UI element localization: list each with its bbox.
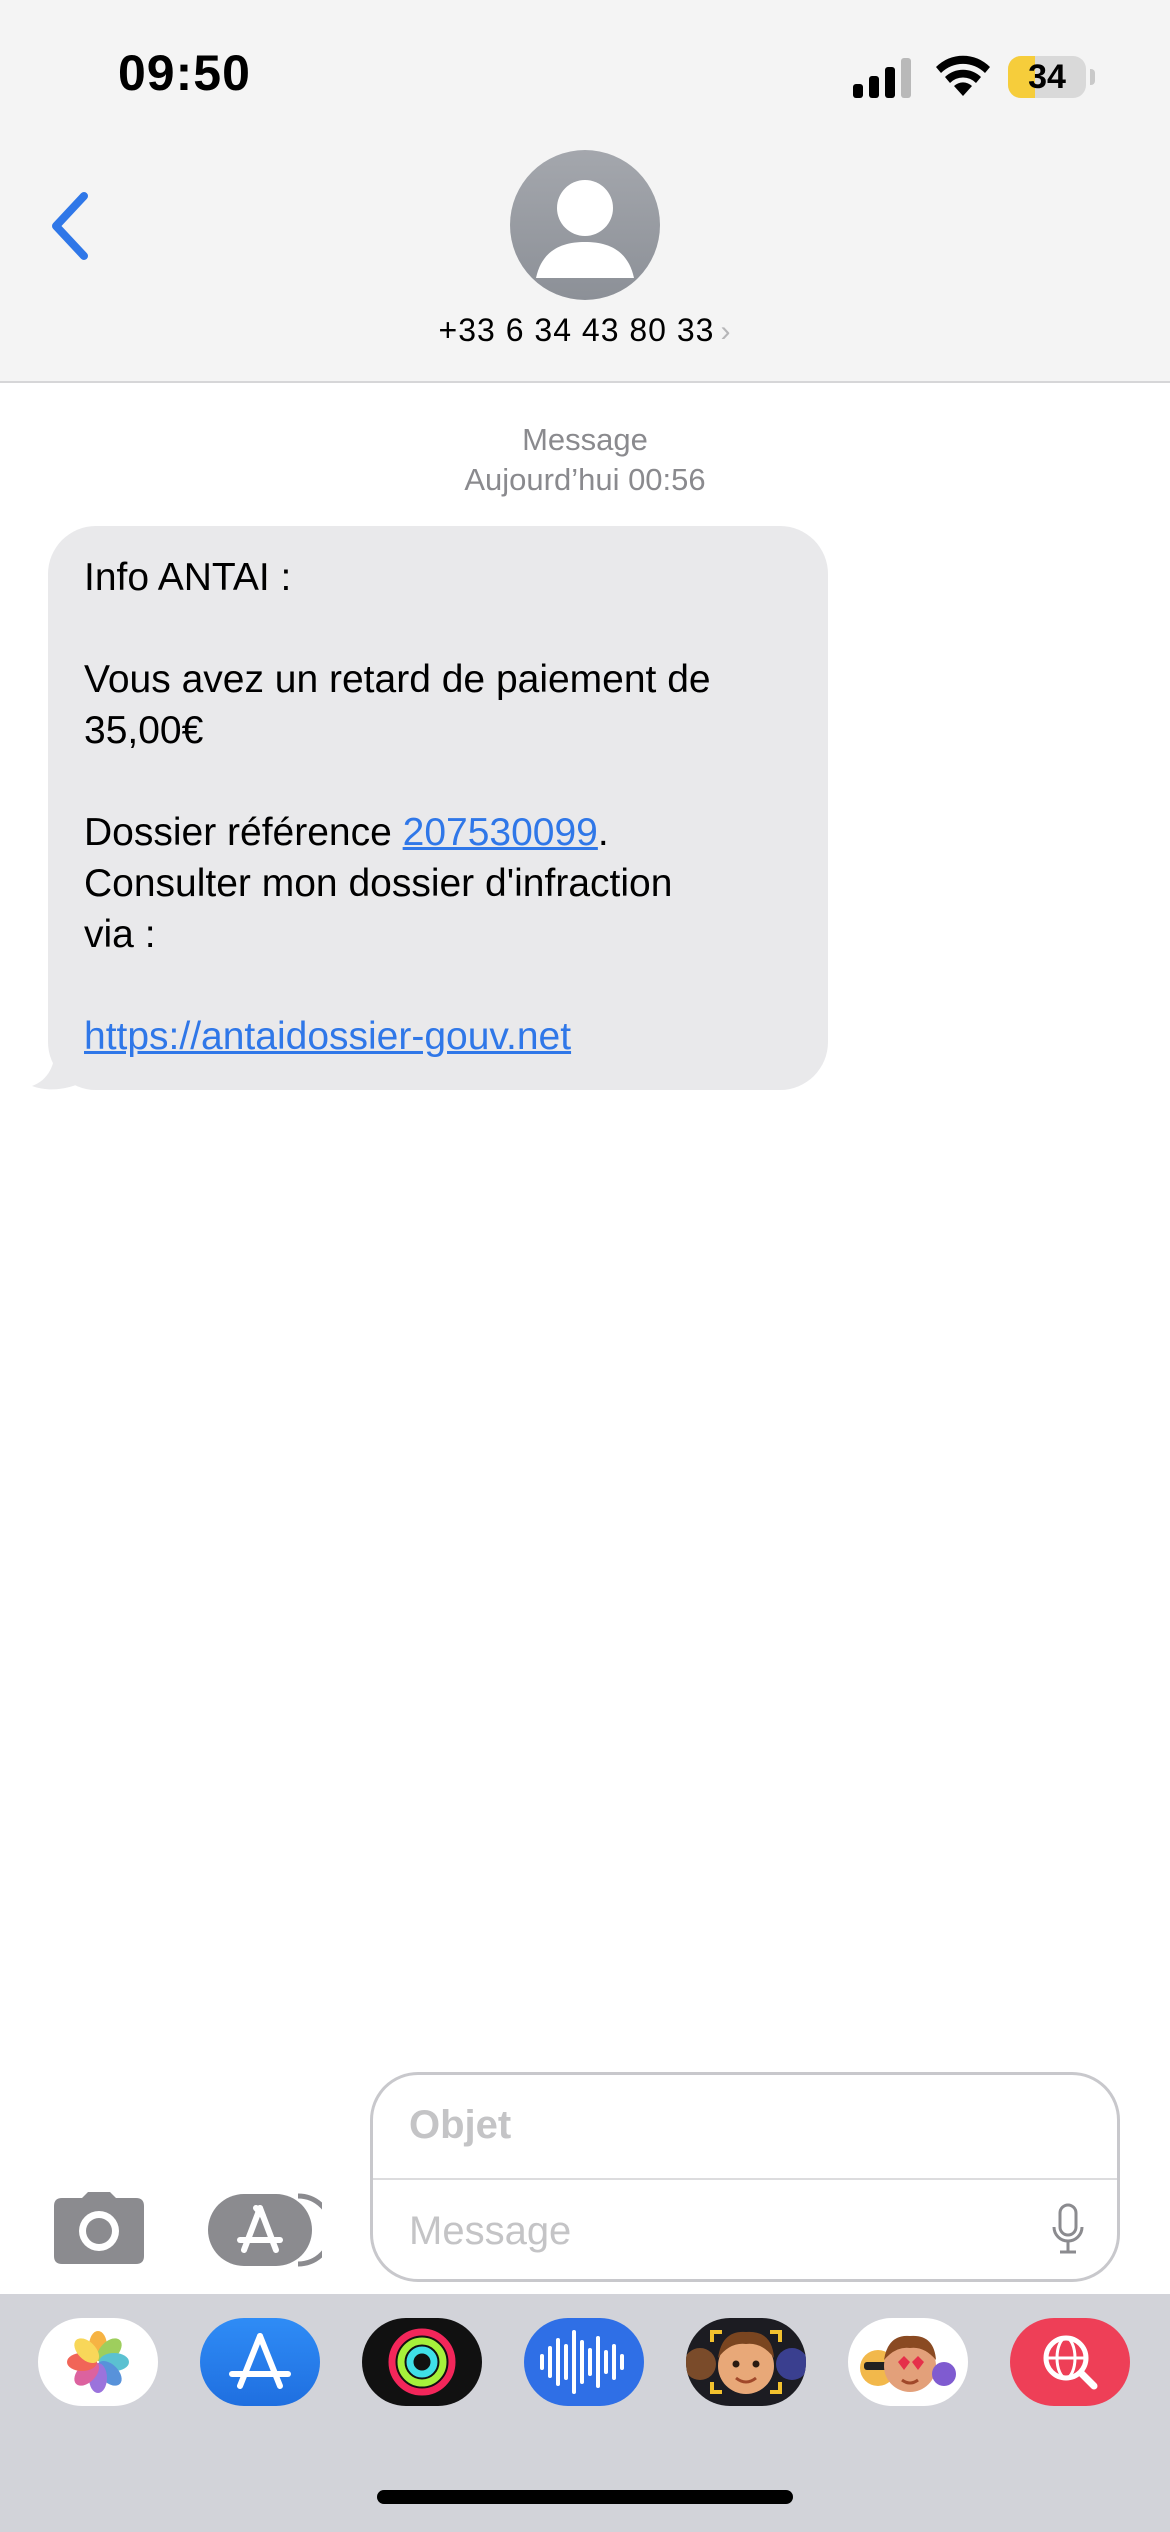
globe-search-icon: [1043, 2335, 1098, 2390]
reference-line: Dossier référence 207530099.: [84, 807, 794, 858]
reference-number-link[interactable]: 207530099: [403, 811, 598, 854]
app-store-glyph: [229, 2333, 291, 2389]
battery-level: 34: [1028, 58, 1066, 96]
message-line: 35,00€: [84, 709, 204, 752]
reference-suffix: .: [597, 811, 609, 854]
reference-prefix: Dossier référence: [84, 811, 403, 854]
battery-nub: [1090, 69, 1095, 85]
home-indicator[interactable]: [377, 2490, 793, 2504]
messages-screen: 09:50 34 +33 6 34 43 80 33 › Message Auj…: [0, 0, 1170, 2532]
activity-rings-icon: [388, 2328, 456, 2396]
url-link[interactable]: https://antaidossier-gouv.net: [84, 1015, 571, 1058]
memoji-stickers-app-icon[interactable]: [848, 2318, 968, 2406]
message-line: Vous avez un retard de paiement de: [84, 658, 711, 701]
contact-number: +33 6 34 43 80 33: [438, 312, 715, 348]
web-search-app-icon[interactable]: [1010, 2318, 1130, 2406]
battery-icon: 34: [1008, 56, 1086, 98]
photos-app-icon[interactable]: [38, 2318, 158, 2406]
memoji-face-icon: [686, 2330, 806, 2394]
conversation-header: 09:50 34 +33 6 34 43 80 33 ›: [0, 0, 1170, 383]
memoji-camera-app-icon[interactable]: [686, 2318, 806, 2406]
contact-name[interactable]: +33 6 34 43 80 33 ›: [0, 312, 1170, 349]
camera-icon[interactable]: [52, 2190, 146, 2266]
chevron-right-icon: ›: [720, 315, 732, 348]
contact-avatar[interactable]: [510, 150, 660, 300]
status-time: 09:50: [118, 45, 251, 101]
app-store-icon[interactable]: [206, 2192, 322, 2268]
service-label: Message: [522, 422, 648, 457]
signal-icon: [853, 58, 911, 98]
wifi-icon: [936, 55, 990, 96]
app-store-app-icon[interactable]: [200, 2318, 320, 2406]
chevron-left-icon[interactable]: [44, 188, 94, 264]
message-date: Aujourd’hui 00:56: [464, 462, 706, 497]
microphone-icon[interactable]: [1051, 2203, 1085, 2255]
message-line: Consulter mon dossier d'infraction: [84, 862, 673, 905]
audio-message-app-icon[interactable]: [524, 2318, 644, 2406]
person-icon: [536, 180, 634, 278]
compose-divider: [373, 2178, 1117, 2180]
message-line: via :: [84, 913, 156, 956]
sticker-faces-icon: [860, 2335, 956, 2392]
subject-field[interactable]: Objet: [409, 2103, 511, 2148]
waveform-icon: [540, 2330, 624, 2394]
message-bubble[interactable]: Info ANTAI : Vous avez un retard de paie…: [48, 526, 828, 1090]
message-line: Info ANTAI :: [84, 556, 292, 599]
message-input[interactable]: Message: [409, 2209, 571, 2254]
compose-box: Objet Message: [370, 2072, 1120, 2282]
photos-flower-icon: [67, 2331, 129, 2393]
fitness-app-icon[interactable]: [362, 2318, 482, 2406]
thread-timestamp: Message Aujourd’hui 00:56: [0, 420, 1170, 500]
